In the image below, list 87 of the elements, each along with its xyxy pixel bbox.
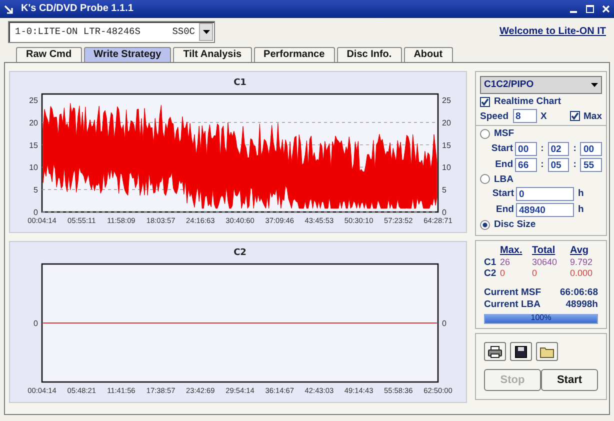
axis-tick-label: 0 [442,319,446,328]
stat-value: 0 [500,268,506,280]
unit-label: X [540,110,547,122]
field-label: Start [490,143,514,154]
radio-button[interactable] [480,174,490,184]
checkbox[interactable] [570,111,580,122]
tab[interactable]: Tilt Analysis [173,47,252,62]
separator-label: : [573,159,576,170]
tab[interactable]: Raw Cmd [16,47,82,62]
separator-label: h [578,204,584,216]
print-button[interactable] [484,342,506,362]
row-label: C1 [484,256,498,268]
info-label: Current LBA [484,298,540,310]
caret-icon [591,83,598,87]
separator-label: : [573,143,576,154]
axis-tick-label: 15 [442,140,451,150]
radio-label: LBA [494,174,514,186]
stat-value: 9.792 [570,256,594,268]
input-field[interactable]: 00 [515,142,537,156]
input-field[interactable]: 55 [580,158,602,172]
caret-icon [202,30,210,34]
axis-tick-label: 5 [442,186,446,195]
mode-value: C1C2/PIPO [484,79,534,91]
axis-tick-label: 0 [34,208,38,217]
axis-tick-label: 25 [29,96,38,105]
input-field[interactable]: 05 [548,158,570,172]
axis-tick-label: 10 [442,163,451,172]
column-header: Total [532,244,556,257]
arrow-icon [4,4,13,14]
action-button[interactable]: Start [541,369,598,392]
input-field[interactable]: 66 [515,158,537,172]
input-field[interactable]: 0 [516,187,574,202]
stat-value: 30640 [532,256,558,268]
stat-value: 0.000 [570,268,594,280]
drive-name: 1-0:LITE-ON LTR-48246S [15,26,140,38]
input-field[interactable]: 48940 [516,203,574,218]
row-label: C2 [484,268,498,280]
axis-tick-label: 15 [29,140,38,150]
radio-label: Disc Size [494,219,536,231]
info-label: Current MSF [484,287,541,299]
field-label: Start [491,188,514,200]
axis-tick-label: 5 [34,186,38,195]
input-field[interactable]: 02 [548,142,570,156]
chart-title: C1 [234,78,246,88]
maximize-icon[interactable] [586,5,594,13]
separator-label: : [540,159,544,170]
field-label: End [494,159,514,170]
mode-dropdown[interactable]: C1C2/PIPO [480,76,602,94]
axis-tick-label: 25 [442,96,451,105]
tab[interactable]: Write Strategy [84,47,172,62]
separator-label: : [540,143,544,154]
input-field[interactable]: 00 [580,142,602,156]
window-title: K's CD/DVD Probe 1.1.1 [21,3,134,15]
info-value: 66:06:68 [560,287,598,299]
chart-title: C2 [234,248,246,258]
stat-value: 0 [532,268,538,280]
drive-dropdown[interactable]: 1-0:LITE-ON LTR-48246S SS0C [8,20,215,42]
tab[interactable]: About [404,47,453,62]
save-button[interactable] [510,342,532,362]
close-icon[interactable] [602,5,610,13]
axis-tick-label: 20 [29,118,38,128]
welcome-link[interactable]: Welcome to Lite-ON IT [500,26,606,38]
radio-button[interactable] [480,129,490,140]
column-header: Max. [500,244,524,257]
info-value: 48998h [566,298,598,310]
checkbox-label: Max [584,110,602,122]
open-button[interactable] [536,342,558,362]
checkbox-label: Realtime Chart [494,96,562,108]
separator-label: h [578,188,584,200]
tab[interactable]: Performance [254,47,335,62]
axis-tick-label: 0 [34,319,38,328]
drive-firmware: SS0C [172,26,195,38]
axis-tick-label: 10 [29,163,38,172]
printer-icon [488,346,502,358]
axis-tick-label: 20 [442,118,451,128]
radio-button[interactable] [480,220,490,230]
folder-icon [540,346,554,358]
axis-tick-label: 0 [442,208,446,217]
radio-label: MSF [494,128,514,140]
field-label: Speed [480,110,509,122]
speed-field[interactable]: 8 [512,109,537,124]
progress-text: 100% [530,313,552,323]
checkbox[interactable] [480,96,490,107]
stat-value: 26 [500,256,512,268]
field-label: End [495,204,514,216]
tab[interactable]: Disc Info. [336,47,402,62]
column-header: Avg [570,244,590,257]
